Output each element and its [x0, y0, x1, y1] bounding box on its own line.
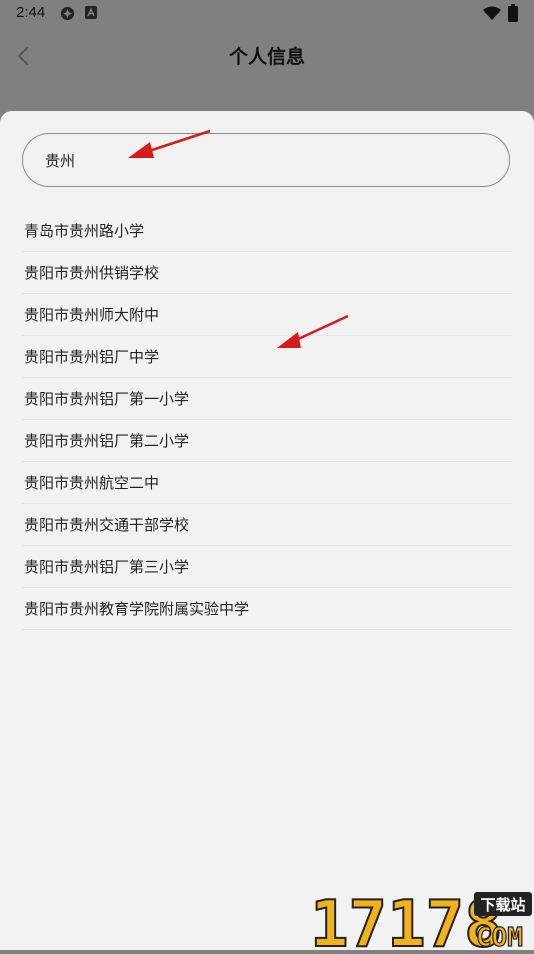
wifi-icon	[483, 6, 501, 20]
battery-icon	[508, 4, 518, 22]
status-bar: 2:44	[0, 0, 534, 28]
school-list-item[interactable]: 贵阳市贵州供销学校	[22, 252, 512, 294]
school-list-item[interactable]: 青岛市贵州路小学	[22, 210, 512, 252]
status-time: 2:44	[16, 4, 46, 21]
school-list-item[interactable]: 贵阳市贵州师大附中	[22, 294, 512, 336]
school-search-sheet: 青岛市贵州路小学贵阳市贵州供销学校贵阳市贵州师大附中贵阳市贵州铝厂中学贵阳市贵州…	[0, 111, 534, 950]
school-list-item[interactable]: 贵阳市贵州铝厂中学	[22, 336, 512, 378]
app-notification-icon	[85, 6, 97, 19]
watermark-badge: 下载站	[480, 896, 525, 914]
search-input[interactable]	[45, 134, 485, 186]
page-title: 个人信息	[228, 46, 305, 68]
settings-icon	[60, 6, 75, 21]
school-list-item[interactable]: 贵阳市贵州铝厂第三小学	[22, 546, 512, 588]
school-list-item[interactable]: 贵阳市贵州航空二中	[22, 462, 512, 504]
watermark-logo: 17178 下载站 COM	[309, 880, 534, 954]
search-field[interactable]	[22, 133, 510, 187]
watermark-domain: COM	[476, 923, 523, 950]
school-list-item[interactable]: 贵阳市贵州交通干部学校	[22, 504, 512, 546]
watermark-number: 17178	[310, 888, 503, 950]
app-bar: 个人信息	[0, 28, 534, 84]
school-list-item[interactable]: 贵阳市贵州铝厂第一小学	[22, 378, 512, 420]
school-list-item[interactable]: 贵阳市贵州铝厂第二小学	[22, 420, 512, 462]
school-list-item[interactable]: 贵阳市贵州教育学院附属实验中学	[22, 588, 512, 630]
school-results-list: 青岛市贵州路小学 贵阳市贵州供销学校 贵阳市贵州师大附中 贵阳市贵州铝厂中学 贵阳市贵州…	[22, 210, 512, 630]
